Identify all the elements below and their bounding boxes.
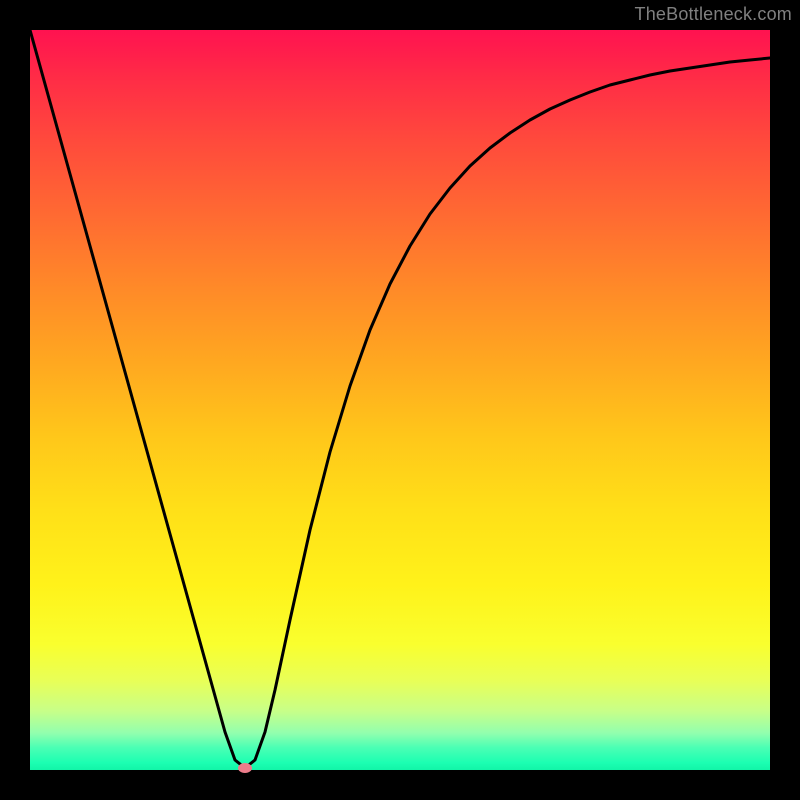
- plot-gradient-background: [30, 30, 770, 770]
- watermark-text: TheBottleneck.com: [635, 4, 792, 25]
- chart-container: TheBottleneck.com: [0, 0, 800, 800]
- minimum-marker: [238, 763, 252, 773]
